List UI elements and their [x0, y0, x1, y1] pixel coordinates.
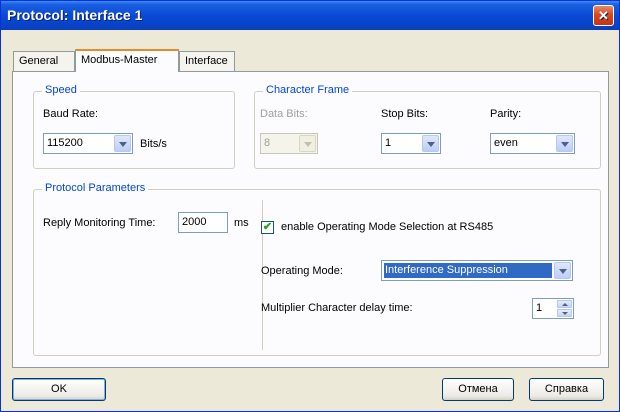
close-icon[interactable]: ✕ — [593, 5, 614, 26]
baud-rate-value: 115200 — [47, 137, 83, 149]
chevron-down-icon[interactable] — [554, 262, 571, 279]
baud-rate-unit: Bits/s — [140, 138, 167, 150]
baud-rate-select[interactable]: 115200 — [43, 133, 133, 154]
reply-monitoring-label: Reply Monitoring Time: — [43, 217, 156, 229]
tab-interface[interactable]: Interface — [179, 51, 235, 71]
stepper-buttons[interactable] — [557, 300, 572, 317]
dialog-window: Protocol: Interface 1 ✕ General Modbus-M… — [0, 0, 620, 412]
character-frame-group: Character Frame — [254, 84, 601, 169]
reply-monitoring-unit: ms — [234, 217, 249, 229]
stepper-down-icon[interactable] — [557, 309, 572, 317]
operating-mode-label: Operating Mode: — [261, 265, 343, 277]
speed-group: Speed — [33, 84, 235, 169]
tab-modbus-master[interactable]: Modbus-Master — [75, 49, 179, 72]
data-bits-label: Data Bits: — [260, 108, 308, 120]
window-title: Protocol: Interface 1 — [7, 7, 143, 23]
chevron-down-icon[interactable] — [422, 135, 439, 152]
operating-mode-select[interactable]: Interference Suppression — [381, 260, 573, 281]
help-button[interactable]: Справка — [529, 378, 604, 401]
rs485-mode-checkbox[interactable]: ✔ — [261, 221, 274, 234]
chevron-down-icon[interactable] — [114, 135, 131, 152]
parity-select[interactable]: even — [490, 133, 575, 154]
stop-bits-label: Stop Bits: — [381, 108, 429, 120]
baud-rate-label: Baud Rate: — [43, 108, 99, 120]
multiplier-label: Multiplier Character delay time: — [261, 302, 413, 314]
parity-value: even — [494, 137, 518, 149]
ok-button[interactable]: OK — [12, 378, 106, 401]
cancel-button[interactable]: Отмена — [442, 378, 514, 401]
data-bits-select: 8 — [260, 133, 318, 154]
reply-monitoring-input[interactable]: 2000 — [178, 212, 228, 233]
character-frame-title: Character Frame — [263, 84, 353, 96]
operating-mode-value: Interference Suppression — [385, 264, 508, 276]
stop-bits-value: 1 — [385, 137, 392, 149]
title-bar[interactable]: Protocol: Interface 1 ✕ — [1, 1, 619, 30]
chevron-down-icon — [299, 135, 316, 152]
protocol-parameters-title: Protocol Parameters — [42, 182, 149, 194]
tab-general[interactable]: General — [13, 51, 75, 71]
tab-panel: Speed Baud Rate: 115200 Bits/s Character… — [12, 71, 609, 368]
multiplier-stepper[interactable]: 1 — [532, 298, 574, 319]
stop-bits-select[interactable]: 1 — [381, 133, 441, 154]
data-bits-value: 8 — [264, 137, 271, 149]
parity-label: Parity: — [490, 108, 522, 120]
multiplier-value: 1 — [536, 302, 543, 314]
speed-group-title: Speed — [42, 84, 80, 96]
rs485-mode-label[interactable]: enable Operating Mode Selection at RS485 — [281, 221, 493, 233]
stepper-up-icon[interactable] — [557, 300, 572, 308]
chevron-down-icon[interactable] — [556, 135, 573, 152]
